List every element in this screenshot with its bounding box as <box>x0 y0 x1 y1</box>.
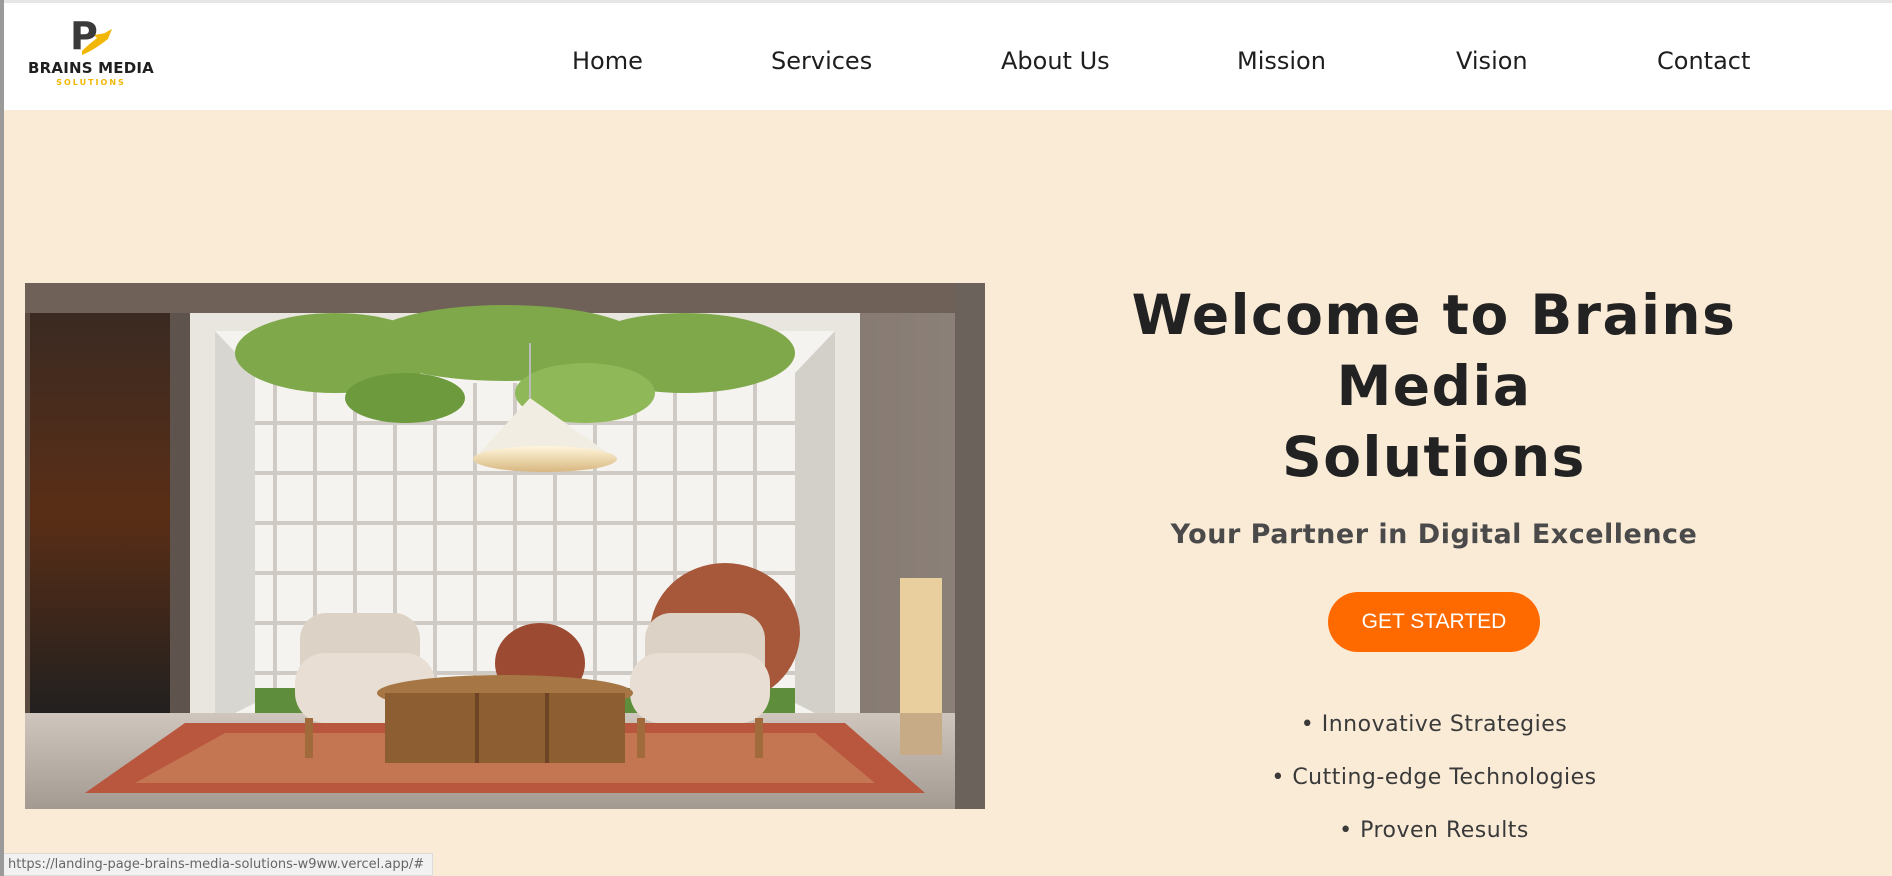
hero-title: Welcome to Brains Media Solutions <box>1024 280 1844 493</box>
status-bar-url: https://landing-page-brains-media-soluti… <box>4 853 434 876</box>
nav-services[interactable]: Services <box>771 47 872 75</box>
feature-item: • Proven Results <box>1339 818 1529 843</box>
get-started-button[interactable]: GET STARTED <box>1328 592 1540 652</box>
nav-home[interactable]: Home <box>572 47 643 75</box>
nav-vision[interactable]: Vision <box>1456 47 1528 75</box>
nav-contact[interactable]: Contact <box>1657 47 1750 75</box>
hero-content: Welcome to Brains Media Solutions Your P… <box>1024 280 1844 871</box>
main-nav: Home Services About Us Mission Vision Co… <box>4 3 1892 110</box>
site-header: P BRAINS MEDIA SOLUTIONS Home Services A… <box>4 3 1892 110</box>
nav-mission[interactable]: Mission <box>1237 47 1326 75</box>
feature-list: • Innovative Strategies • Cutting-edge T… <box>1024 712 1844 871</box>
hero-title-line1: Welcome to Brains Media <box>1131 283 1737 418</box>
feature-item: • Cutting-edge Technologies <box>1271 765 1597 790</box>
interior-illustration <box>25 283 985 809</box>
hero-image <box>25 283 985 809</box>
hero-subtitle: Your Partner in Digital Excellence <box>1170 519 1698 550</box>
feature-item: • Innovative Strategies <box>1300 712 1568 737</box>
hero-title-line2: Solutions <box>1282 425 1586 489</box>
nav-about-us[interactable]: About Us <box>1001 47 1110 75</box>
